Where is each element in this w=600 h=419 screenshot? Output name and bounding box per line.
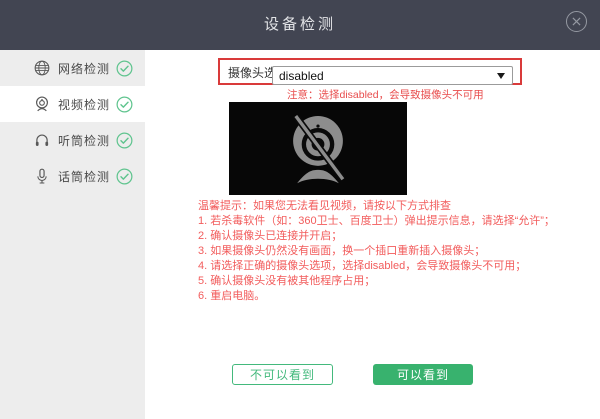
tips-title: 温馨提示：如果您无法看见视频，请按以下方式排查	[198, 199, 555, 214]
camera-option-selected-value: disabled	[273, 69, 324, 83]
sidebar-item-network-check[interactable]: 网络检测	[0, 50, 145, 86]
headphones-icon	[33, 131, 51, 149]
main-content: 摄像头选项 disabled 注意：选择disabled，会导致摄像头不可用 温…	[145, 50, 600, 419]
tips-item: 5. 确认摄像头没有被其他程序占用；	[198, 274, 555, 289]
sidebar-item-label: 听筒检测	[58, 132, 110, 149]
camera-option-select[interactable]: disabled	[272, 66, 513, 85]
cannot-see-button[interactable]: 不可以看到	[232, 364, 333, 385]
tips-item: 3. 如果摄像头仍然没有画面，换一个插口重新插入摄像头；	[198, 244, 555, 259]
close-icon	[572, 17, 581, 26]
check-passed-icon	[116, 60, 133, 77]
check-passed-icon	[116, 96, 133, 113]
tips-item: 4. 请选择正确的摄像头选项，选择disabled，会导致摄像头不可用；	[198, 259, 555, 274]
sidebar-item-label: 话筒检测	[58, 168, 110, 185]
title-bar: 设备检测	[0, 0, 600, 50]
sidebar-item-microphone-check[interactable]: 话筒检测	[0, 158, 145, 194]
tips-item: 2. 确认摄像头已连接并开启；	[198, 229, 555, 244]
page-title: 设备检测	[0, 13, 600, 34]
can-see-button[interactable]: 可以看到	[373, 364, 473, 385]
troubleshooting-tips: 温馨提示：如果您无法看见视频，请按以下方式排查 1. 若杀毒软件（如：360卫士…	[198, 199, 555, 304]
camera-preview-panel	[229, 102, 407, 195]
check-passed-icon	[116, 132, 133, 149]
close-button[interactable]	[566, 11, 587, 32]
check-passed-icon	[116, 168, 133, 185]
sidebar: 网络检测 视频检测 听	[0, 50, 145, 419]
sidebar-item-label: 视频检测	[58, 96, 110, 113]
sidebar-item-earpiece-check[interactable]: 听筒检测	[0, 122, 145, 158]
webcam-icon	[33, 95, 51, 113]
device-check-dialog: 设备检测 网络检测	[0, 0, 600, 419]
sidebar-item-label: 网络检测	[58, 60, 110, 77]
chevron-down-icon	[497, 73, 505, 79]
microphone-icon	[33, 167, 51, 185]
webcam-disabled-icon	[281, 107, 355, 191]
disabled-warning-note: 注意：选择disabled，会导致摄像头不可用	[287, 87, 484, 102]
tips-item: 6. 重启电脑。	[198, 289, 555, 304]
globe-icon	[33, 59, 51, 77]
sidebar-item-video-check[interactable]: 视频检测	[0, 86, 145, 122]
tips-item: 1. 若杀毒软件（如：360卫士、百度卫士）弹出提示信息，请选择“允许”；	[198, 214, 555, 229]
